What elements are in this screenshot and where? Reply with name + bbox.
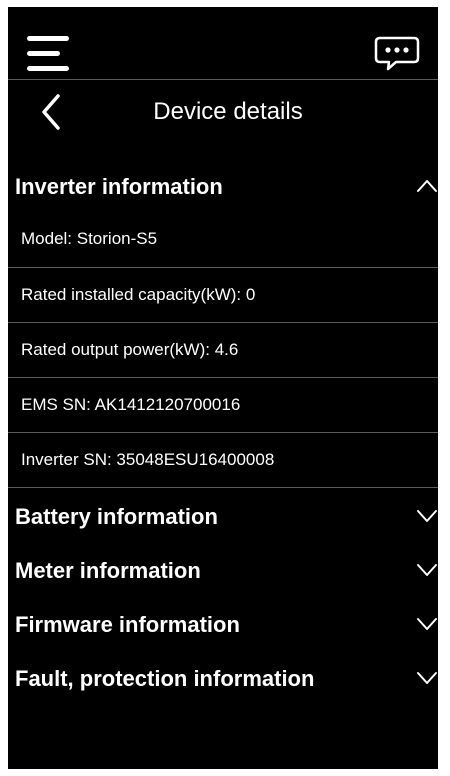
section-title-firmware: Firmware information: [15, 612, 240, 637]
section-title-fault-protection: Fault, protection information: [15, 666, 315, 691]
section-title-inverter: Inverter information: [15, 174, 223, 199]
inverter-model: Model: Storion-S5: [21, 229, 158, 248]
chat-bubble-icon[interactable]: [374, 36, 420, 72]
section-title-meter: Meter information: [15, 558, 201, 583]
list-item: Model: Storion-S5: [8, 213, 438, 268]
navigation-bar: Device details: [8, 80, 438, 150]
list-item: EMS SN: AK1412120700016: [8, 378, 438, 433]
list-item: Inverter SN: 35048ESU16400008: [8, 433, 438, 488]
chevron-down-icon[interactable]: [416, 562, 438, 578]
inverter-detail-list: Model: Storion-S5 Rated installed capaci…: [8, 213, 438, 488]
chevron-up-icon[interactable]: [416, 178, 438, 194]
section-header-battery[interactable]: Battery information: [8, 492, 438, 542]
chevron-down-icon[interactable]: [416, 670, 438, 686]
page-title: Device details: [153, 98, 303, 125]
section-header-fault-protection[interactable]: Fault, protection information: [8, 654, 438, 704]
section-header-firmware[interactable]: Firmware information: [8, 600, 438, 650]
inverter-sn: Inverter SN: 35048ESU16400008: [21, 450, 275, 469]
rated-installed-capacity: Rated installed capacity(kW): 0: [21, 285, 256, 304]
rated-output-power: Rated output power(kW): 4.6: [21, 340, 239, 359]
chevron-down-icon[interactable]: [416, 508, 438, 524]
hamburger-menu-icon[interactable]: [27, 36, 69, 72]
top-bar: [8, 7, 438, 80]
ems-sn: EMS SN: AK1412120700016: [21, 395, 241, 414]
section-header-meter[interactable]: Meter information: [8, 546, 438, 596]
list-item: Rated installed capacity(kW): 0: [8, 268, 438, 323]
list-item: Rated output power(kW): 4.6: [8, 323, 438, 378]
section-title-battery: Battery information: [15, 504, 218, 529]
section-header-inverter[interactable]: Inverter information: [8, 162, 438, 212]
device-details-screen: Device details Inverter information Mode…: [8, 7, 438, 769]
chevron-down-icon[interactable]: [416, 616, 438, 632]
